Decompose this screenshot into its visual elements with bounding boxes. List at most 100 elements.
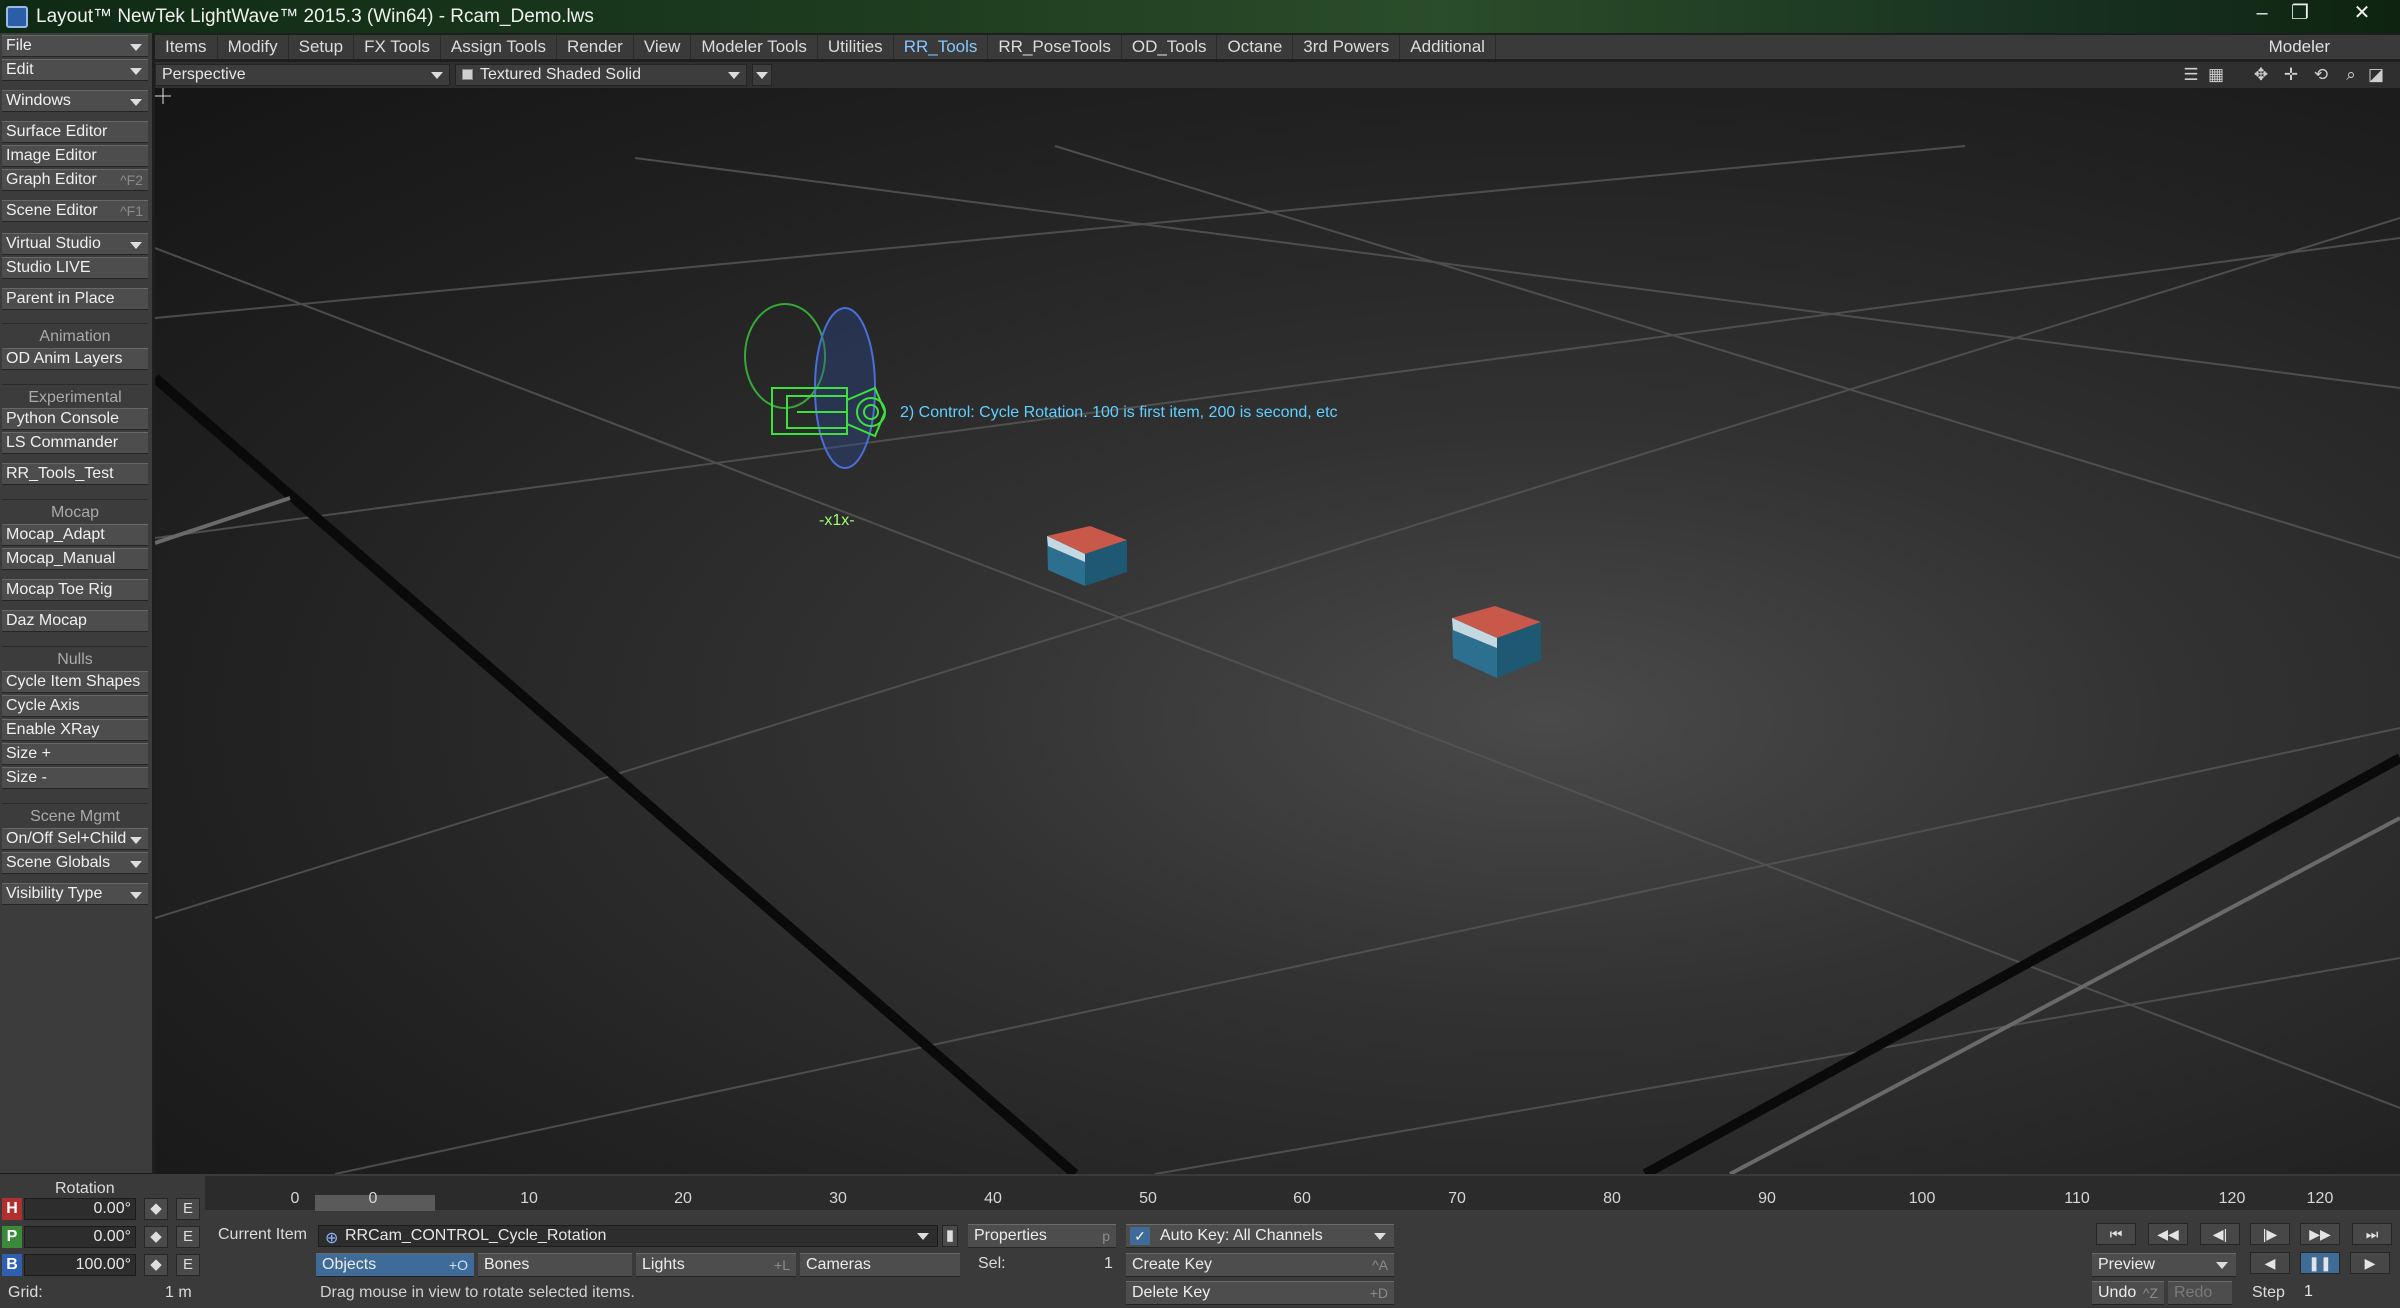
cycle-axis-button[interactable]: Cycle Axis: [2, 695, 148, 717]
edit-menu[interactable]: Edit: [2, 59, 148, 81]
tab-additional[interactable]: Additional: [1400, 35, 1496, 59]
render-mode-select[interactable]: Textured Shaded Solid: [455, 64, 747, 86]
pause-icon[interactable]: ❚❚: [2300, 1252, 2340, 1274]
keyframe-arrows-icon[interactable]: ◆: [144, 1198, 168, 1220]
cube-object-2[interactable]: [1452, 606, 1541, 678]
cube-object-1[interactable]: [1047, 526, 1127, 586]
python-console-button[interactable]: Python Console: [2, 408, 148, 430]
rotation-p-field[interactable]: 0.00°: [24, 1226, 136, 1248]
timeline-tick: 70: [1448, 1190, 1466, 1207]
delete-key-button[interactable]: Delete Key +D: [1126, 1281, 1394, 1305]
graph-editor-button[interactable]: Graph Editor ^F2: [2, 169, 148, 191]
layout-icon[interactable]: ▦: [2205, 65, 2227, 85]
rotation-h-field[interactable]: 0.00°: [24, 1198, 136, 1220]
parent-in-place-button[interactable]: Parent in Place: [2, 288, 148, 310]
enable-xray-button[interactable]: Enable XRay: [2, 719, 148, 741]
checkmark-icon[interactable]: ✓: [1130, 1227, 1150, 1245]
pan-view-icon[interactable]: ✛: [2280, 65, 2302, 85]
od-anim-layers-button[interactable]: OD Anim Layers: [2, 348, 148, 370]
windows-menu[interactable]: Windows: [2, 90, 148, 112]
play-icon[interactable]: ▶: [2350, 1252, 2390, 1274]
properties-button[interactable]: Properties p: [968, 1224, 1116, 1248]
cameras-button[interactable]: Cameras: [800, 1253, 960, 1277]
lights-button[interactable]: Lights +L: [636, 1253, 796, 1277]
tab-utilities[interactable]: Utilities: [818, 35, 894, 59]
title-bar: Layout™ NewTek LightWave™ 2015.3 (Win64)…: [0, 0, 2400, 33]
auto-key-label: Auto Key: All Channels: [1160, 1227, 1323, 1244]
size-minus-button[interactable]: Size -: [2, 767, 148, 789]
tab-items[interactable]: Items: [155, 35, 218, 59]
auto-key-select[interactable]: ✓ Auto Key: All Channels: [1126, 1224, 1394, 1248]
envelope-button-b[interactable]: E: [176, 1254, 200, 1276]
step-field[interactable]: 1: [2296, 1282, 2396, 1304]
timeline-slider[interactable]: 0 0 10 20 30 40 50 60 70 80 90 100 110 120 120: [205, 1176, 2400, 1211]
go-to-end-icon[interactable]: ⏭: [2352, 1223, 2392, 1245]
tab-view[interactable]: View: [634, 35, 692, 59]
scene-editor-button[interactable]: Scene Editor ^F1: [2, 200, 148, 222]
close-icon[interactable]: ✕: [2338, 0, 2386, 28]
envelope-button-h[interactable]: E: [176, 1198, 200, 1220]
tab-modeler-tools[interactable]: Modeler Tools: [691, 35, 818, 59]
keyframe-arrows-icon[interactable]: ◆: [144, 1254, 168, 1276]
mocap-toe-rig-button[interactable]: Mocap Toe Rig: [2, 579, 148, 601]
visibility-type-menu[interactable]: Visibility Type: [2, 883, 148, 905]
studio-live-button[interactable]: Studio LIVE: [2, 257, 148, 279]
tab-od-tools[interactable]: OD_Tools: [1122, 35, 1218, 59]
tab-setup[interactable]: Setup: [289, 35, 355, 59]
tab-3rd-powers[interactable]: 3rd Powers: [1293, 35, 1401, 59]
tab-octane[interactable]: Octane: [1217, 35, 1294, 59]
rr-tools-test-button[interactable]: RR_Tools_Test: [2, 463, 148, 485]
step-forward-icon[interactable]: |▶: [2250, 1223, 2290, 1245]
viewport[interactable]: 2) Control: Cycle Rotation. 100 is first…: [155, 88, 2400, 1174]
next-key-icon[interactable]: ▶▶: [2300, 1223, 2340, 1245]
undo-button[interactable]: Undo ^Z: [2092, 1281, 2164, 1305]
preview-select[interactable]: Preview: [2092, 1253, 2236, 1277]
mocap-manual-button[interactable]: Mocap_Manual: [2, 548, 148, 570]
timeline-tick: 0: [368, 1190, 378, 1207]
cycle-item-shapes-button[interactable]: Cycle Item Shapes: [2, 671, 148, 693]
bones-button[interactable]: Bones: [478, 1253, 632, 1277]
tab-assign-tools[interactable]: Assign Tools: [441, 35, 558, 59]
rotate-view-icon[interactable]: ⟲: [2310, 65, 2332, 85]
image-editor-button[interactable]: Image Editor: [2, 145, 148, 167]
camera-rig-icon[interactable]: [744, 303, 887, 469]
virtual-studio-menu[interactable]: Virtual Studio: [2, 233, 148, 255]
move-view-icon[interactable]: ✥: [2250, 65, 2272, 85]
tab-rr-tools[interactable]: RR_Tools: [894, 35, 989, 59]
timeline-tick: 40: [984, 1190, 1002, 1207]
tab-modify[interactable]: Modify: [218, 35, 289, 59]
rotation-b-field[interactable]: 100.00°: [24, 1254, 136, 1276]
ls-commander-button[interactable]: LS Commander: [2, 432, 148, 454]
undo-label: Undo: [2098, 1284, 2137, 1301]
tab-fx-tools[interactable]: FX Tools: [354, 35, 441, 59]
current-item-select[interactable]: ⊕ RRCam_CONTROL_Cycle_Rotation: [318, 1225, 938, 1247]
on-off-sel-child-menu[interactable]: On/Off Sel+Child: [2, 828, 148, 850]
viewport-options-dropdown[interactable]: [752, 64, 772, 86]
surface-editor-button[interactable]: Surface Editor: [2, 121, 148, 143]
tab-rr-posetools[interactable]: RR_PoseTools: [988, 35, 1122, 59]
objects-button[interactable]: Objects +O: [316, 1253, 474, 1277]
step-back-icon[interactable]: ◀|: [2200, 1223, 2240, 1245]
mocap-adapt-button[interactable]: Mocap_Adapt: [2, 524, 148, 546]
list-icon[interactable]: ☰: [2180, 65, 2202, 85]
size-plus-button[interactable]: Size +: [2, 743, 148, 765]
view-mode-select[interactable]: Perspective: [155, 64, 450, 86]
scene-globals-menu[interactable]: Scene Globals: [2, 852, 148, 874]
go-to-start-icon[interactable]: ⏮: [2096, 1223, 2136, 1245]
restore-icon[interactable]: ❐: [2276, 0, 2324, 28]
daz-mocap-button[interactable]: Daz Mocap: [2, 610, 148, 632]
play-reverse-icon[interactable]: ◀: [2250, 1252, 2290, 1274]
envelope-button-p[interactable]: E: [176, 1226, 200, 1248]
file-menu[interactable]: File: [2, 35, 148, 57]
tab-render[interactable]: Render: [557, 35, 634, 59]
mocap-header: Mocap: [2, 499, 148, 523]
zoom-view-icon[interactable]: ⌕: [2340, 65, 2362, 85]
create-key-button[interactable]: Create Key ^A: [1126, 1253, 1394, 1277]
modeler-button[interactable]: Modeler: [2269, 35, 2330, 59]
item-options-icon[interactable]: ▮: [942, 1225, 958, 1247]
timeline-tick: 10: [520, 1190, 538, 1207]
redo-button[interactable]: Redo: [2168, 1281, 2232, 1305]
maximize-viewport-icon[interactable]: ◪: [2365, 65, 2387, 85]
keyframe-arrows-icon[interactable]: ◆: [144, 1226, 168, 1248]
previous-key-icon[interactable]: ◀◀: [2148, 1223, 2188, 1245]
